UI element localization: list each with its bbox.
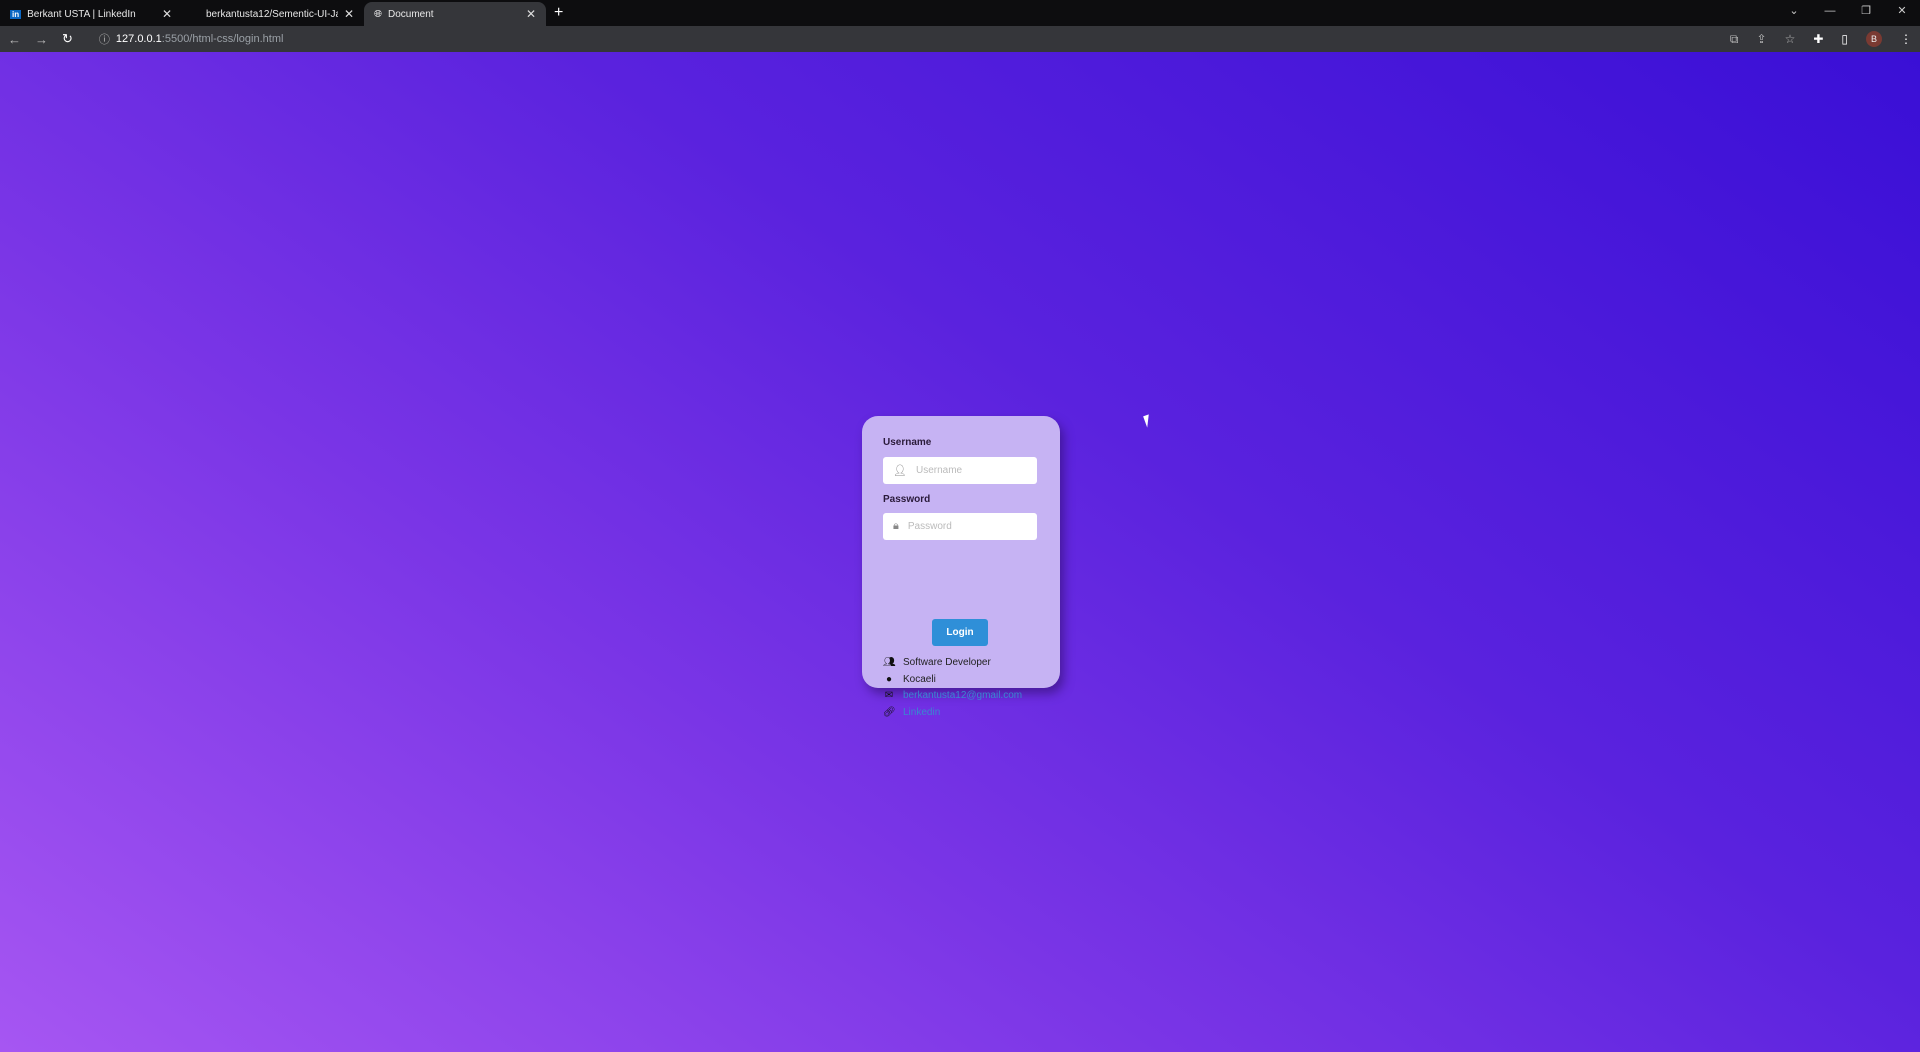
new-tab-button[interactable]: + [554, 4, 563, 22]
password-field[interactable]: 🔒︎ [883, 513, 1037, 540]
username-field[interactable]: 👤︎ [883, 457, 1037, 484]
email-item: ✉ berkantusta12@gmail.com [883, 690, 1022, 701]
translate-icon[interactable]: ⧉ [1730, 32, 1739, 47]
linkedin-icon: in [10, 9, 22, 19]
tab-search-icon[interactable]: ⌄ [1776, 0, 1812, 22]
close-tab-icon[interactable]: ✕ [344, 7, 354, 21]
role-item: 👥︎ Software Developer [883, 657, 991, 668]
page-background: Username 👤︎ Password 🔒︎ Login 👥︎Software… [0, 52, 1920, 1052]
star-icon[interactable]: ☆ [1785, 32, 1796, 46]
close-window-button[interactable]: ✕ [1884, 0, 1920, 22]
lock-icon: 🔒︎ [893, 520, 899, 532]
password-label: Password [883, 494, 931, 505]
tab-document[interactable]: 🌐︎ Document ✕ [364, 2, 546, 26]
extensions-icon[interactable]: ✚ [1813, 32, 1823, 46]
profile-avatar[interactable]: B [1866, 31, 1882, 47]
forward-icon[interactable]: → [35, 32, 48, 47]
link-icon: 🔗︎ [883, 707, 896, 718]
back-icon[interactable]: ← [8, 32, 21, 47]
share-icon[interactable]: ⇪ [1757, 32, 1767, 46]
user-icon: 👤︎ [893, 465, 907, 477]
close-tab-icon[interactable]: ✕ [526, 7, 536, 21]
reload-icon[interactable]: ↻ [62, 31, 73, 47]
minimize-button[interactable]: — [1812, 0, 1848, 22]
location-item: ● Kocaeli [883, 674, 936, 685]
envelope-icon: ✉ [884, 690, 894, 701]
email-link[interactable]: berkantusta12@gmail.com [903, 690, 1022, 701]
map-marker-icon: ● [885, 674, 893, 685]
tab-linkedin[interactable]: in Berkant USTA | LinkedIn ✕ [0, 2, 182, 26]
menu-icon[interactable]: ⋮ [1900, 32, 1912, 46]
linkedin-item: 🔗︎ Linkedin [883, 707, 940, 718]
tab-github[interactable]: berkantusta12/Sementic-UI-JavaScript✕ [182, 2, 364, 26]
address-bar[interactable]: ⓘ 127.0.0.1:5500/html-css/login.html [99, 31, 284, 47]
username-input[interactable] [915, 465, 1026, 476]
username-label: Username [883, 437, 932, 448]
login-card: Username 👤︎ Password 🔒︎ Login 👥︎Software… [862, 416, 1060, 718]
login-button[interactable]: Login [932, 619, 988, 646]
info-icon[interactable]: ⓘ [99, 31, 110, 47]
password-input[interactable] [907, 521, 1018, 532]
globe-icon: 🌐︎ [374, 8, 382, 20]
close-tab-icon[interactable]: ✕ [162, 7, 172, 21]
users-icon: 👥︎ [883, 657, 896, 668]
side-panel-icon[interactable]: ▯ [1841, 32, 1848, 46]
toolbar: ← → ↻ ⓘ 127.0.0.1:5500/html-css/login.htm… [0, 26, 1920, 52]
linkedin-link[interactable]: Linkedin [903, 707, 940, 718]
restore-button[interactable]: ❐ [1848, 0, 1884, 22]
tab-bar: in Berkant USTA | LinkedIn ✕ berkantusta12… [0, 0, 1920, 26]
